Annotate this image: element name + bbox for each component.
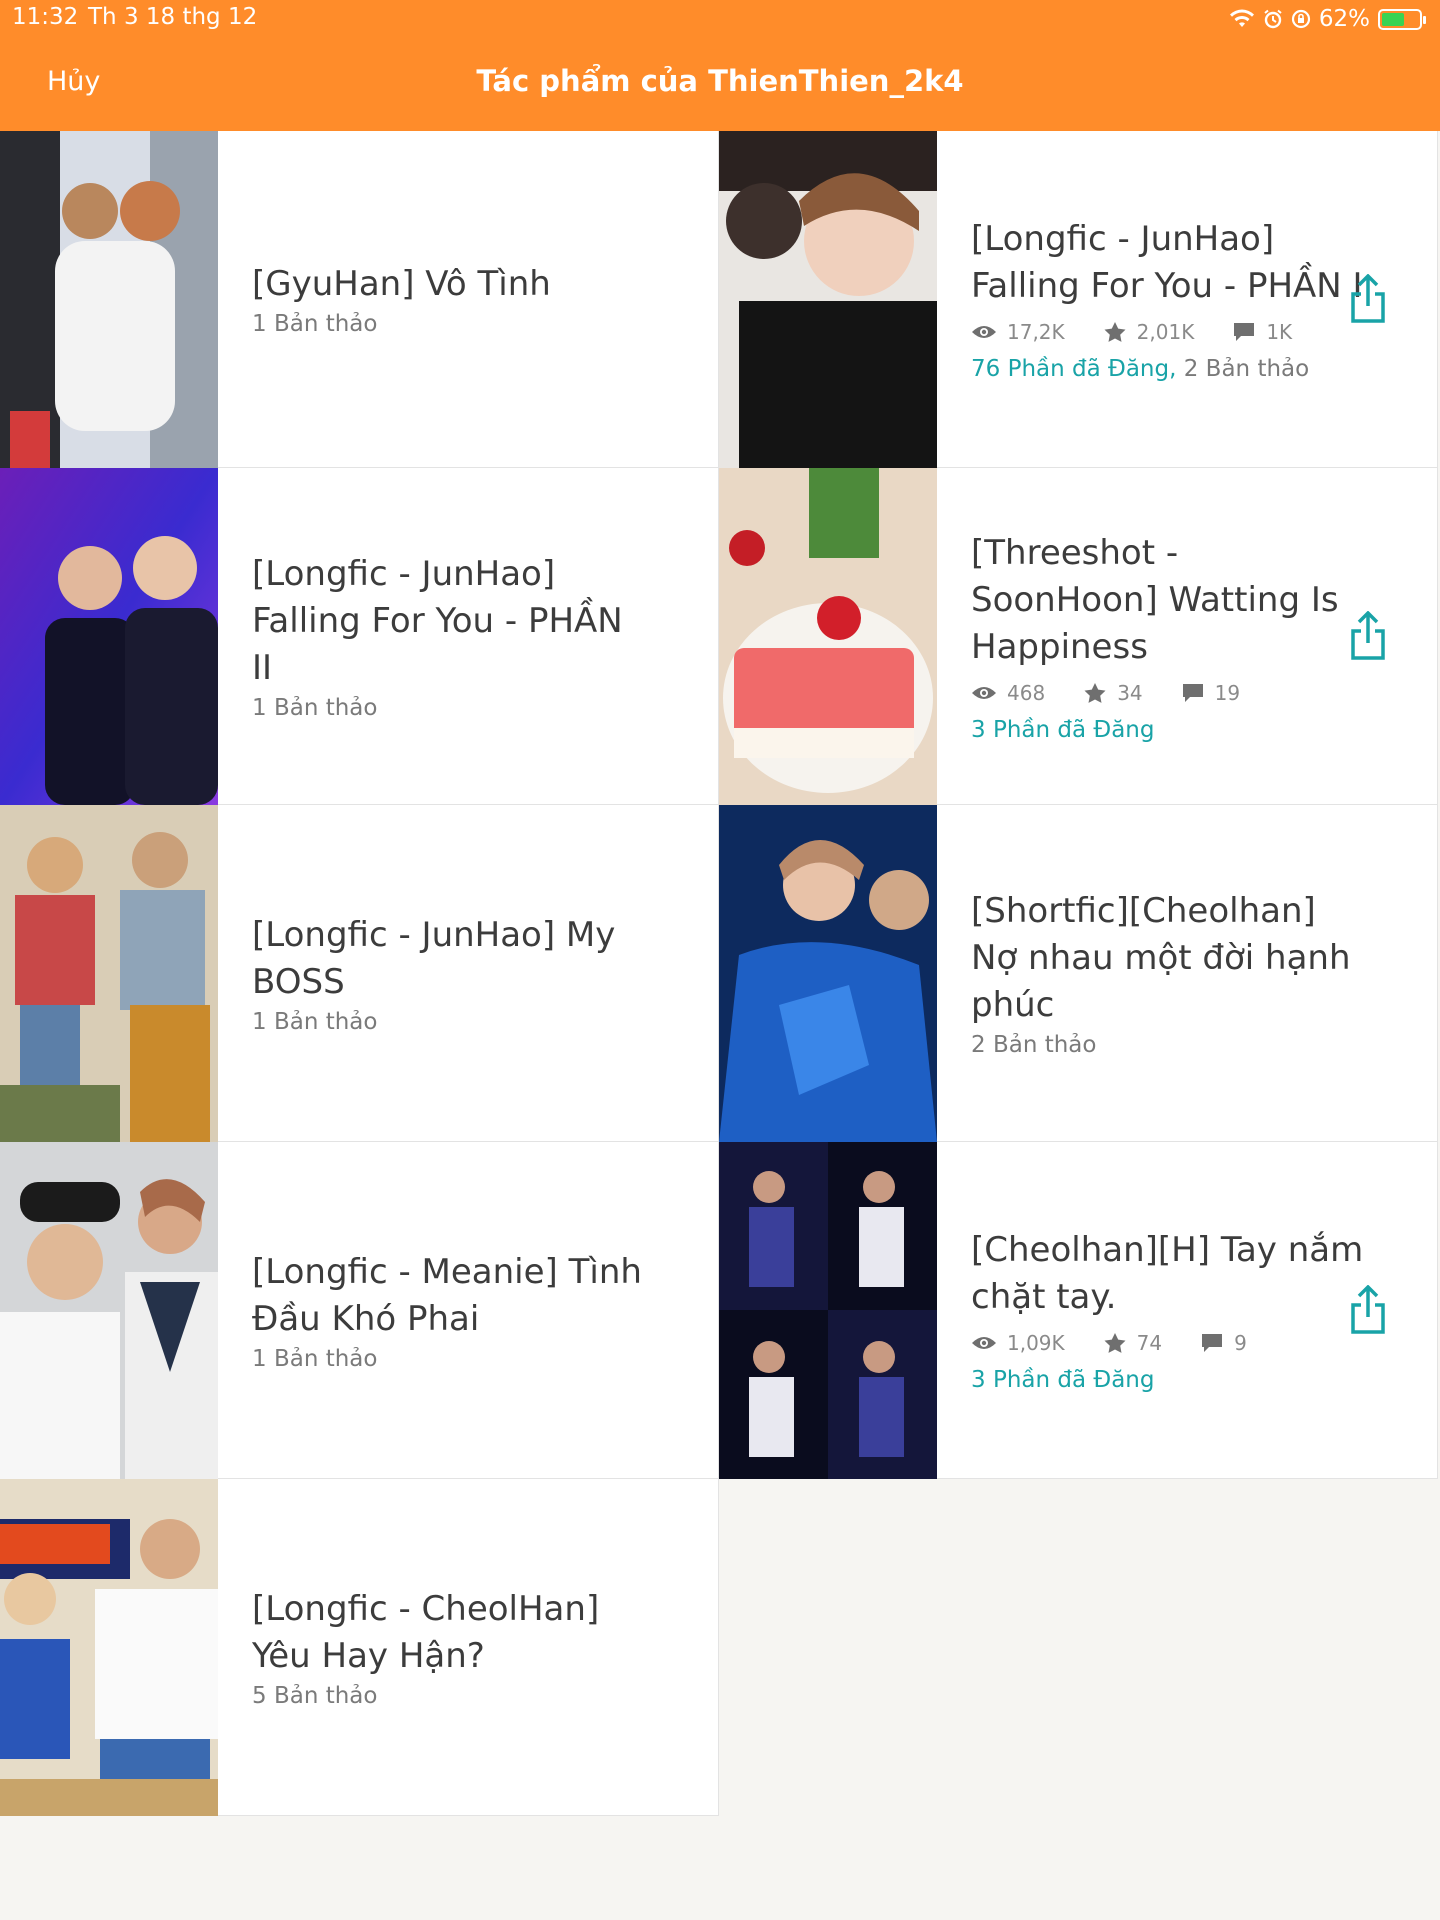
story-title: [Threeshot - SoonHoon] Watting Is Happin… <box>971 532 1339 667</box>
story-cover <box>0 468 218 805</box>
story-card[interactable]: [Longfic - JunHao] My BOSS 1 Bản thảo <box>0 805 719 1142</box>
votes-count: 2,01K <box>1136 320 1195 344</box>
story-cover <box>719 805 937 1142</box>
eye-icon <box>972 326 996 338</box>
story-title: [Longfic - Meanie] Tình Đầu Khó Phai <box>252 1251 642 1339</box>
story-stats: 468 34 19 <box>971 681 1367 705</box>
story-drafts: 1 Bản thảo <box>252 1345 378 1372</box>
battery-icon <box>1378 8 1426 30</box>
star-icon <box>1104 322 1126 342</box>
story-title: [GyuHan] Vô Tình <box>252 264 551 304</box>
battery-percent: 62% <box>1318 6 1370 32</box>
story-title: [Cheolhan][H] Tay nắm chặt tay. <box>971 1230 1364 1317</box>
story-cover <box>0 1479 218 1816</box>
eye-icon <box>972 1337 996 1349</box>
story-card[interactable]: [Shortfic][Cheolhan] Nợ nhau một đời hạn… <box>719 805 1438 1142</box>
star-icon <box>1084 682 1106 703</box>
story-cover <box>719 1142 937 1479</box>
orientation-lock-icon <box>1291 9 1310 29</box>
story-cover <box>0 805 218 1142</box>
comments-count: 1K <box>1266 320 1293 344</box>
views-count: 468 <box>1007 680 1046 705</box>
alarm-icon <box>1264 9 1282 29</box>
story-cover <box>719 131 937 468</box>
story-card[interactable]: [Cheolhan][H] Tay nắm chặt tay. 1,09K 74… <box>719 1142 1438 1479</box>
story-cover <box>0 131 218 468</box>
top-bar: 11:32 Th 3 18 thg 12 62% Hủy Tác phẩm củ… <box>0 0 1440 131</box>
comments-count: 9 <box>1234 1331 1247 1355</box>
story-stats: 17,2K 2,01K 1K <box>971 320 1367 344</box>
story-stats: 1,09K 74 9 <box>971 1331 1367 1355</box>
story-drafts: 5 Bản thảo <box>252 1682 378 1709</box>
story-drafts: 1 Bản thảo <box>252 695 378 721</box>
story-drafts: 2 Bản thảo <box>971 1032 1097 1058</box>
status-date: Th 3 18 thg 12 <box>88 4 258 30</box>
share-icon[interactable] <box>1349 1285 1387 1335</box>
views-count: 1,09K <box>1007 1331 1065 1355</box>
story-cover <box>719 468 937 805</box>
votes-count: 34 <box>1117 680 1143 705</box>
story-drafts: 1 Bản thảo <box>252 311 378 337</box>
story-title: [Longfic - CheolHan] Yêu Hay Hận? <box>252 1588 600 1676</box>
page-title: Tác phẩm của ThienThien_2k4 <box>476 64 964 98</box>
story-card[interactable]: [Longfic - CheolHan] Yêu Hay Hận? 5 Bản … <box>0 1479 719 1816</box>
status-icons: 62% <box>1229 3 1426 35</box>
comment-icon <box>1234 323 1255 341</box>
eye-icon <box>972 686 996 699</box>
story-card[interactable]: [Longfic - JunHao] Falling For You - PHẦ… <box>0 468 719 805</box>
published-parts: 3 Phần đã Đăng <box>971 1367 1155 1393</box>
share-icon[interactable] <box>1349 611 1387 661</box>
story-title: [Longfic - JunHao] Falling For You - PHẦ… <box>971 219 1363 306</box>
share-icon[interactable] <box>1349 274 1387 324</box>
story-cover <box>0 1142 218 1479</box>
story-drafts: 1 Bản thảo <box>252 1008 378 1035</box>
comment-icon <box>1182 683 1203 702</box>
star-icon <box>1104 1333 1126 1353</box>
story-card[interactable]: [Longfic - Meanie] Tình Đầu Khó Phai 1 B… <box>0 1142 719 1479</box>
published-parts: 76 Phần đã Đăng, <box>971 356 1177 382</box>
story-card[interactable]: [GyuHan] Vô Tình 1 Bản thảo <box>0 131 719 468</box>
views-count: 17,2K <box>1007 320 1065 344</box>
published-parts: 3 Phần đã Đăng <box>971 716 1155 743</box>
comments-count: 19 <box>1214 680 1241 705</box>
story-drafts: 2 Bản thảo <box>1183 356 1310 382</box>
status-time: 11:32 <box>12 4 79 30</box>
votes-count: 74 <box>1136 1331 1163 1355</box>
wifi-icon <box>1229 9 1254 27</box>
story-card[interactable]: [Longfic - JunHao] Falling For You - PHẦ… <box>719 131 1438 468</box>
story-title: [Shortfic][Cheolhan] Nợ nhau một đời hạn… <box>971 891 1351 1025</box>
story-card[interactable]: [Threeshot - SoonHoon] Watting Is Happin… <box>719 468 1438 805</box>
comment-icon <box>1202 1334 1223 1352</box>
story-title: [Longfic - JunHao] My BOSS <box>252 914 616 1002</box>
story-title: [Longfic - JunHao] Falling For You - PHẦ… <box>252 554 623 688</box>
